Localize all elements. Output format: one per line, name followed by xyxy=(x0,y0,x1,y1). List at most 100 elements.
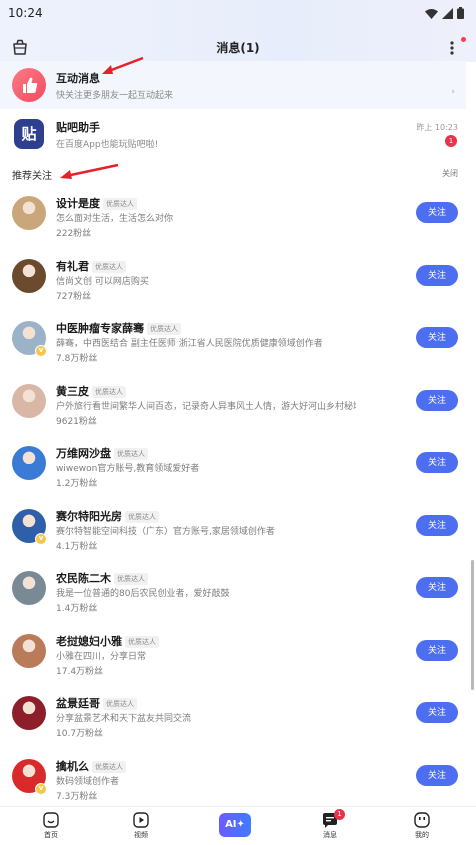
user-description: 数码领域创作者 xyxy=(56,776,120,787)
nav-bar: 消息(1) xyxy=(0,30,476,62)
chevron-right-icon: › xyxy=(451,87,455,97)
video-icon xyxy=(133,812,149,828)
user-description: 薛骞，中西医结合 副主任医师 浙江省人民医院优质健康领域创作者 xyxy=(56,339,323,349)
user-description: 户外旅行看世间繁华人间百态，记录奇人异事风土人情，游大好河山乡村秘境。 xyxy=(56,401,356,412)
user-name-text: 赛尔特阳光房 xyxy=(56,509,122,523)
user-tag: 优质达人 xyxy=(103,198,137,210)
user-description: 赛尔特智能空间科技（广东）官方账号,家居领域创作者 xyxy=(56,526,275,537)
user-name-text: 万维网沙盘 xyxy=(56,447,111,460)
user-name-text: 农民陈二木 xyxy=(56,572,111,585)
ai-button[interactable]: AI✦ xyxy=(219,813,251,837)
profile-icon xyxy=(414,812,430,828)
user-description: 小雅在四川，分享日常 xyxy=(56,651,147,662)
follow-button[interactable]: 关注 xyxy=(416,327,458,348)
follow-button[interactable]: 关注 xyxy=(416,577,458,598)
wifi-icon xyxy=(425,8,438,19)
interaction-message-row[interactable]: 互动消息 快关注更多朋友一起互动起来 › xyxy=(0,61,466,109)
tab-label: 我的 xyxy=(415,831,429,839)
user-fans: 9621粉丝 xyxy=(56,416,97,427)
annotation-arrow-icon xyxy=(60,163,119,179)
recommend-user-row[interactable]: 农民陈二木 优质达人 我是一位普通的80后农民创业者，爱好敲鼓 1.4万粉丝 关注 xyxy=(0,565,466,628)
user-fans: 1.2万粉丝 xyxy=(56,479,98,489)
follow-button[interactable]: 关注 xyxy=(416,764,458,786)
user-tag: 优质达人 xyxy=(92,760,126,773)
follow-button[interactable]: 关注 xyxy=(416,702,458,723)
user-avatar[interactable] xyxy=(12,258,46,293)
user-description: 信尚文创 可以网店购买 xyxy=(56,276,149,287)
user-fans: 4.1万粉丝 xyxy=(56,541,98,552)
user-name-text: 设计是度 xyxy=(56,197,100,210)
tab-label: 消息 xyxy=(323,831,337,839)
status-icons xyxy=(425,7,464,19)
verified-badge-icon: v xyxy=(35,345,47,357)
home-icon xyxy=(43,812,59,828)
user-description: 怎么面对生活，生活怎么对你 xyxy=(56,214,174,224)
interaction-subtitle: 快关注更多朋友一起互动起来 xyxy=(56,91,174,101)
tab-video[interactable]: 视频 xyxy=(111,811,171,840)
scrollbar[interactable] xyxy=(471,560,474,690)
thumbs-up-icon xyxy=(23,77,38,93)
verified-badge-icon: v xyxy=(35,782,47,795)
user-name: 赛尔特阳光房 优质达人 xyxy=(56,508,159,524)
user-name-text: 黄三皮 xyxy=(56,384,89,398)
user-name: 盆景廷哥 优质达人 xyxy=(56,695,137,711)
assistant-message-row[interactable]: 贴 贴吧助手 在百度App也能玩贴吧啦! 昨上 10:23 1 xyxy=(0,110,466,158)
user-fans: 222粉丝 xyxy=(56,229,92,239)
interaction-title: 互动消息 xyxy=(56,72,100,85)
user-avatar[interactable] xyxy=(12,696,46,730)
user-tag: 优质达人 xyxy=(92,385,126,398)
recommend-title: 推荐关注 xyxy=(12,171,52,182)
recommend-user-row[interactable]: v 赛尔特阳光房 优质达人赛尔特智能空间科技（广东）官方账号,家居领域创作者 4.1万… xyxy=(0,503,466,566)
user-name: 农民陈二木 优质达人 xyxy=(56,570,148,586)
user-avatar[interactable] xyxy=(12,571,46,605)
tab-label: 首页 xyxy=(44,831,58,839)
user-fans: 1.4万粉丝 xyxy=(56,604,98,614)
user-name-text: 有礼君 xyxy=(56,259,89,273)
recommend-user-row[interactable]: 黄三皮 优质达人户外旅行看世间繁华人间百态，记录奇人异事风土人情，游大好河山乡村秘… xyxy=(0,378,466,441)
follow-button[interactable]: 关注 xyxy=(416,514,458,536)
user-tag: 优质达人 xyxy=(147,323,181,335)
recommend-user-row[interactable]: v 中医肿瘤专家薛骞 优质达人薛骞，中西医结合 副主任医师 浙江省人民医院优质健康领… xyxy=(0,315,466,378)
user-avatar[interactable] xyxy=(12,383,46,418)
user-description: wiwewon官方账号,教育领域爱好者 xyxy=(56,464,200,474)
user-name-text: 老挝媳妇小雅 xyxy=(56,634,122,648)
tab-profile[interactable]: 我的 xyxy=(392,811,452,840)
user-tag: 优质达人 xyxy=(92,260,126,273)
user-tag: 优质达人 xyxy=(114,573,148,585)
tab-badge: 1 xyxy=(334,809,345,820)
user-name: 擒机么 优质达人 xyxy=(56,758,126,774)
user-avatar[interactable] xyxy=(12,633,46,668)
tieba-avatar: 贴 xyxy=(14,119,44,149)
user-tag: 优质达人 xyxy=(114,448,148,460)
more-button[interactable] xyxy=(442,37,466,59)
follow-button[interactable]: 关注 xyxy=(416,452,458,473)
recommend-user-row[interactable]: 盆景廷哥 优质达人 分享盆景艺术和天下盆友共同交流 10.7万粉丝 关注 xyxy=(0,690,466,753)
recommend-user-row[interactable]: 有礼君 优质达人 信尚文创 可以网店购买 727粉丝 关注 xyxy=(0,253,466,316)
user-fans: 10.7万粉丝 xyxy=(56,729,104,739)
follow-button[interactable]: 关注 xyxy=(416,264,458,286)
follow-button[interactable]: 关注 xyxy=(416,202,458,223)
follow-button[interactable]: 关注 xyxy=(416,639,458,661)
tab-messages[interactable]: 1 消息 xyxy=(300,809,360,840)
interaction-avatar xyxy=(12,68,46,102)
recommend-user-row[interactable]: 设计是度 优质达人怎么面对生活，生活怎么对你 222粉丝 关注 xyxy=(0,190,466,253)
battery-icon xyxy=(457,7,464,19)
recommend-list: 设计是度 优质达人 怎么面对生活，生活怎么对你 222粉丝 关注 有礼君 优质达人 信尚文创 … xyxy=(0,190,466,815)
follow-button[interactable]: 关注 xyxy=(416,389,458,411)
recommend-close-button[interactable]: 关闭 xyxy=(442,168,458,179)
user-tag: 优质达人 xyxy=(125,510,159,523)
recommend-user-row[interactable]: 老挝媳妇小雅 优质达人 小雅在四川，分享日常 17.4万粉丝 关注 xyxy=(0,628,466,691)
verified-badge-icon: v xyxy=(35,532,47,545)
page-title: 消息(1) xyxy=(216,41,260,55)
user-name: 老挝媳妇小雅 优质达人 xyxy=(56,633,159,649)
tieba-logo-icon: 贴 xyxy=(21,125,37,143)
user-avatar[interactable] xyxy=(12,196,46,230)
user-name: 万维网沙盘 优质达人 xyxy=(56,445,148,461)
assistant-time: 昨上 10:23 xyxy=(416,123,458,132)
tab-home[interactable]: 首页 xyxy=(21,811,81,840)
user-avatar[interactable] xyxy=(12,446,46,480)
recommend-user-row[interactable]: 万维网沙盘 优质达人 wiwewon官方账号,教育领域爱好者 1.2万粉丝 关注 xyxy=(0,440,466,503)
user-tag: 优质达人 xyxy=(103,698,137,710)
user-name: 中医肿瘤专家薛骞 优质达人 xyxy=(56,320,181,336)
assistant-title: 贴吧助手 xyxy=(56,121,100,134)
